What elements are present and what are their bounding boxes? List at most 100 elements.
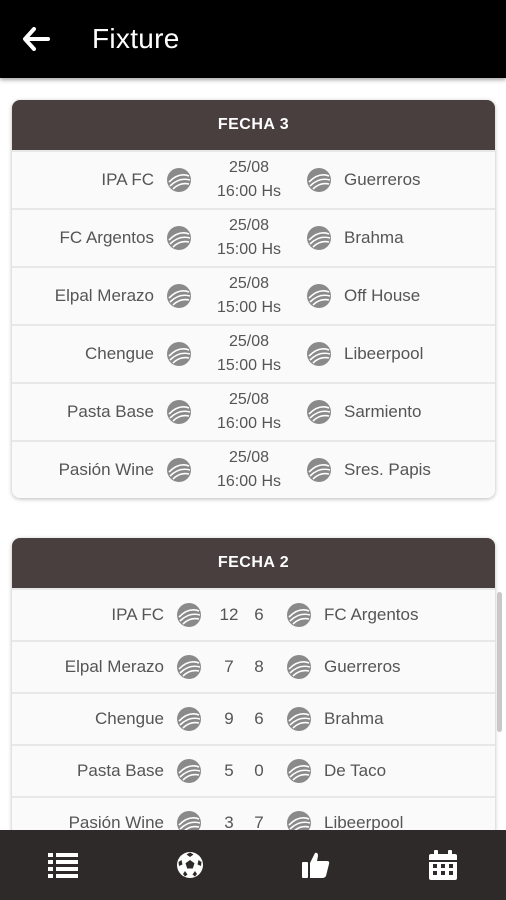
match-row[interactable]: Elpal Merazo 25/08 15:00 Hs Off House bbox=[12, 266, 495, 324]
team-crest-icon bbox=[177, 759, 201, 783]
nav-standings[interactable] bbox=[33, 840, 93, 890]
result-row[interactable]: Elpal Merazo 7 8 Guerreros bbox=[12, 640, 495, 692]
result-row[interactable]: Chengue 9 6 Brahma bbox=[12, 692, 495, 744]
away-score: 6 bbox=[254, 605, 264, 624]
team-crest-icon bbox=[307, 226, 331, 250]
away-team: Sarmiento bbox=[344, 402, 422, 421]
away-team: FC Argentos bbox=[324, 605, 419, 624]
team-crest-icon bbox=[307, 342, 331, 366]
away-score: 6 bbox=[254, 709, 264, 728]
fixture-list[interactable]: FECHA 3 IPA FC 25/08 16:00 Hs Guerreros F… bbox=[0, 78, 506, 830]
match-time: 16:00 Hs bbox=[216, 415, 282, 432]
away-score: 8 bbox=[254, 657, 264, 676]
match-row[interactable]: FC Argentos 25/08 15:00 Hs Brahma bbox=[12, 208, 495, 266]
match-date: 25/08 bbox=[228, 217, 270, 234]
away-team: Brahma bbox=[344, 228, 404, 247]
fecha-3-card: FECHA 3 IPA FC 25/08 16:00 Hs Guerreros F… bbox=[12, 100, 495, 498]
result-row[interactable]: IPA FC 12 6 FC Argentos bbox=[12, 588, 495, 640]
home-score: 12 bbox=[219, 605, 239, 624]
team-crest-icon bbox=[307, 400, 331, 424]
away-team: Sres. Papis bbox=[344, 460, 431, 479]
team-crest-icon bbox=[307, 168, 331, 192]
result-row[interactable]: Pasión Wine 3 7 Libeerpool bbox=[12, 796, 495, 830]
soccer-ball-icon bbox=[176, 852, 203, 878]
home-team: Chengue bbox=[94, 709, 164, 728]
team-crest-icon bbox=[287, 655, 311, 679]
home-team: Pasión Wine bbox=[68, 813, 164, 830]
arrow-left-icon bbox=[23, 27, 50, 51]
thumbs-up-icon bbox=[302, 852, 330, 878]
home-team: Pasta Base bbox=[77, 761, 164, 780]
team-crest-icon bbox=[167, 400, 191, 424]
home-team: IPA FC bbox=[101, 170, 154, 189]
fecha-2-header: FECHA 2 bbox=[12, 538, 495, 588]
team-crest-icon bbox=[167, 342, 191, 366]
team-crest-icon bbox=[177, 603, 201, 627]
team-crest-icon bbox=[177, 707, 201, 731]
home-team: Chengue bbox=[84, 344, 154, 363]
nav-matches[interactable] bbox=[160, 840, 220, 890]
home-team: IPA FC bbox=[111, 605, 164, 624]
team-crest-icon bbox=[287, 811, 311, 830]
team-crest-icon bbox=[167, 168, 191, 192]
team-crest-icon bbox=[177, 811, 201, 830]
team-crest-icon bbox=[307, 284, 331, 308]
team-crest-icon bbox=[167, 226, 191, 250]
scrollbar[interactable] bbox=[497, 592, 502, 732]
match-row[interactable]: IPA FC 25/08 16:00 Hs Guerreros bbox=[12, 150, 495, 208]
match-row[interactable]: Pasta Base 25/08 16:00 Hs Sarmiento bbox=[12, 382, 495, 440]
match-time: 16:00 Hs bbox=[216, 473, 282, 490]
match-date: 25/08 bbox=[228, 333, 270, 350]
back-button[interactable] bbox=[16, 19, 56, 59]
away-team: Brahma bbox=[324, 709, 384, 728]
team-crest-icon bbox=[287, 603, 311, 627]
team-crest-icon bbox=[177, 655, 201, 679]
match-date: 25/08 bbox=[228, 391, 270, 408]
match-datetime: 25/08 15:00 Hs bbox=[204, 330, 294, 378]
away-team: Guerreros bbox=[344, 170, 421, 189]
match-date: 25/08 bbox=[228, 275, 270, 292]
top-app-bar: Fixture bbox=[0, 0, 506, 78]
bottom-nav bbox=[0, 830, 506, 900]
away-team: Off House bbox=[344, 286, 421, 305]
home-team: Pasión Wine bbox=[58, 460, 154, 479]
page-title: Fixture bbox=[92, 23, 180, 54]
home-team: Pasta Base bbox=[67, 402, 154, 421]
calendar-icon bbox=[428, 850, 457, 880]
away-team: Guerreros bbox=[324, 657, 401, 676]
team-crest-icon bbox=[167, 458, 191, 482]
match-datetime: 25/08 15:00 Hs bbox=[204, 272, 294, 320]
away-team: Libeerpool bbox=[324, 813, 404, 830]
away-score: 0 bbox=[254, 761, 264, 780]
match-row[interactable]: Pasión Wine 25/08 16:00 Hs Sres. Papis bbox=[12, 440, 495, 498]
nav-votes[interactable] bbox=[286, 840, 346, 890]
match-time: 15:00 Hs bbox=[216, 299, 282, 316]
match-time: 15:00 Hs bbox=[216, 357, 282, 374]
nav-fixture[interactable] bbox=[413, 840, 473, 890]
list-icon bbox=[48, 853, 79, 878]
match-time: 16:00 Hs bbox=[216, 183, 282, 200]
match-time: 15:00 Hs bbox=[216, 241, 282, 258]
home-team: FC Argentos bbox=[59, 228, 155, 247]
match-datetime: 25/08 15:00 Hs bbox=[204, 214, 294, 262]
home-score: 7 bbox=[224, 657, 234, 676]
away-team: De Taco bbox=[324, 761, 387, 780]
team-crest-icon bbox=[287, 759, 311, 783]
team-crest-icon bbox=[307, 458, 331, 482]
team-crest-icon bbox=[287, 707, 311, 731]
match-datetime: 25/08 16:00 Hs bbox=[204, 388, 294, 436]
away-score: 7 bbox=[254, 813, 264, 830]
match-datetime: 25/08 16:00 Hs bbox=[204, 446, 294, 494]
fecha-2-card: FECHA 2 IPA FC 12 6 FC Argentos Elpal Me… bbox=[12, 538, 495, 830]
away-team: Libeerpool bbox=[344, 344, 424, 363]
match-date: 25/08 bbox=[228, 449, 270, 466]
fecha-3-header: FECHA 3 bbox=[12, 100, 495, 150]
team-crest-icon bbox=[167, 284, 191, 308]
match-row[interactable]: Chengue 25/08 15:00 Hs Libeerpool bbox=[12, 324, 495, 382]
home-team: Elpal Merazo bbox=[64, 657, 164, 676]
result-row[interactable]: Pasta Base 5 0 De Taco bbox=[12, 744, 495, 796]
home-score: 3 bbox=[224, 813, 234, 830]
home-score: 9 bbox=[224, 709, 234, 728]
home-score: 5 bbox=[224, 761, 234, 780]
match-datetime: 25/08 16:00 Hs bbox=[204, 156, 294, 204]
